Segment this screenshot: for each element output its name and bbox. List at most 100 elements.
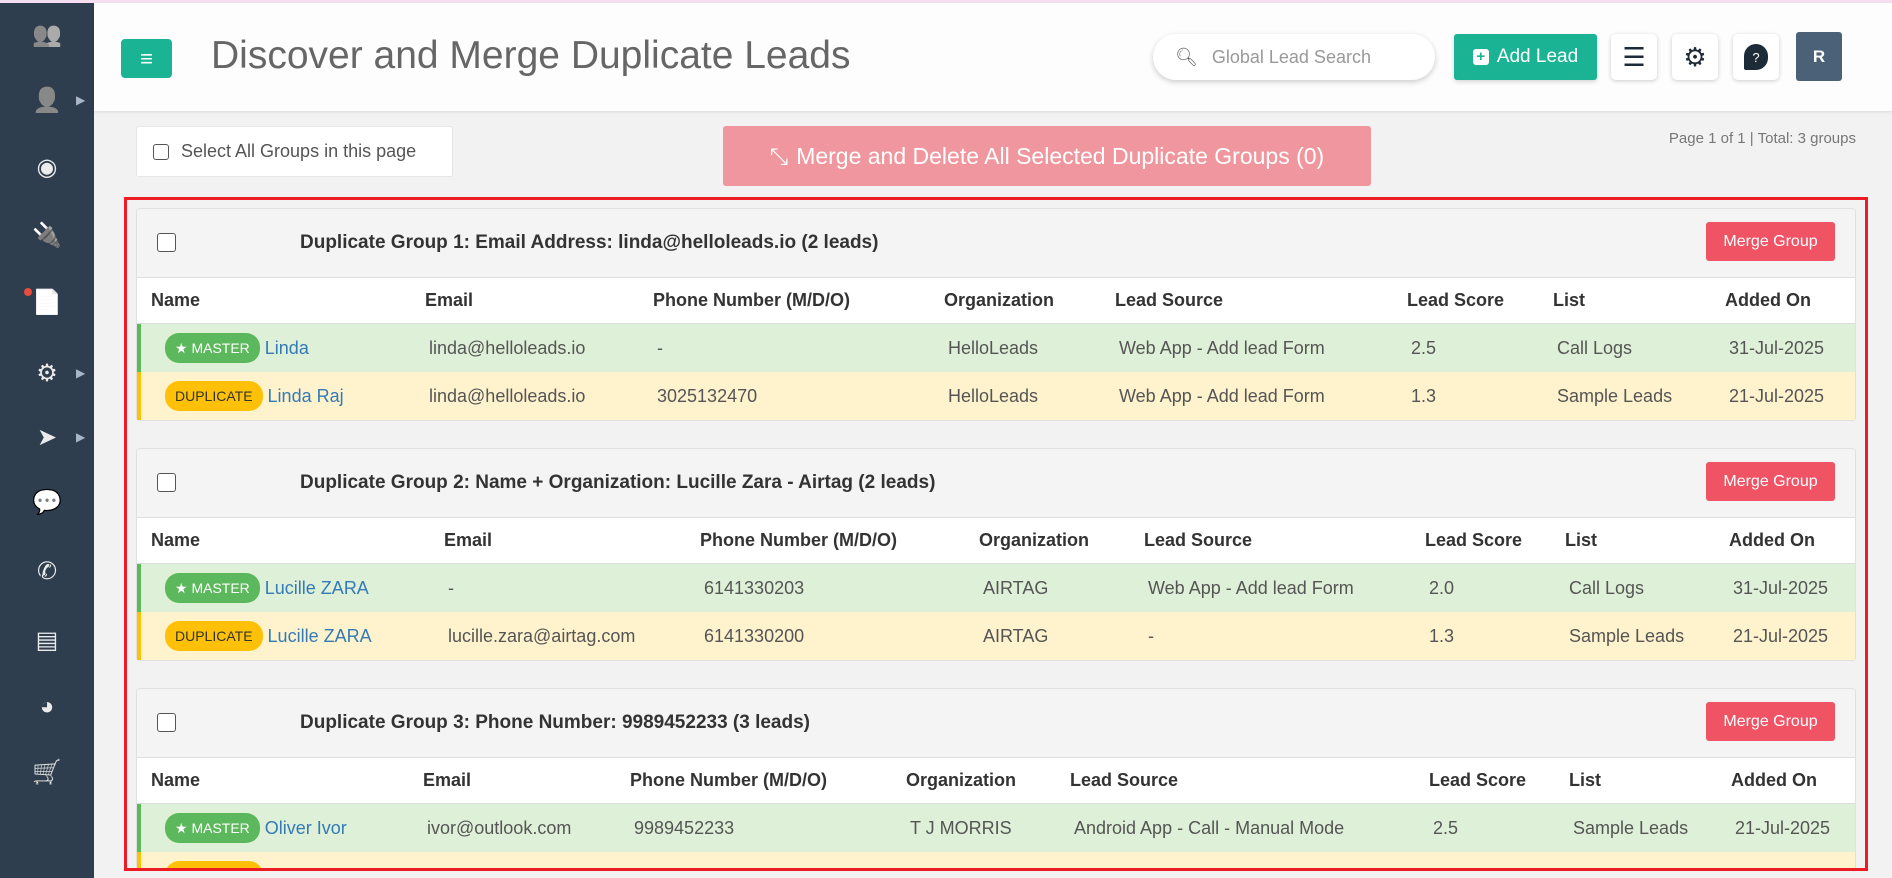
cell-email: lucille.zara@airtag.com bbox=[448, 625, 636, 646]
settings-button[interactable]: ⚙ bbox=[1672, 34, 1718, 80]
cell-org: T J MORRIS bbox=[910, 817, 1012, 838]
pagination-info: Page 1 of 1 | Total: 3 groups bbox=[1668, 130, 1856, 147]
cell-score: 2.5 bbox=[1411, 337, 1437, 358]
column-header: Organization bbox=[944, 290, 1055, 310]
help-icon: ? bbox=[1744, 44, 1768, 70]
sidebar-item-send[interactable]: ➤ ▶ bbox=[0, 417, 94, 457]
list-menu-button[interactable]: ☰ bbox=[1611, 34, 1657, 80]
sidebar-item-add-user[interactable]: 👤 ▶ bbox=[0, 80, 94, 120]
column-header: Added On bbox=[1731, 770, 1817, 790]
gear-icon: ⚙ bbox=[1683, 41, 1707, 72]
cell-added: 31-Jul-2025 bbox=[1729, 337, 1825, 358]
duplicate-group: Duplicate Group 3: Phone Number: 9989452… bbox=[136, 688, 1856, 871]
lead-name-link[interactable]: Oliver Ivor bbox=[268, 866, 350, 872]
user-avatar[interactable]: R bbox=[1796, 32, 1842, 81]
column-header: Email bbox=[425, 290, 474, 310]
cell-source: Web App - Add lead Form bbox=[1074, 866, 1433, 872]
column-header: Lead Score bbox=[1429, 770, 1527, 790]
select-all-groups[interactable]: Select All Groups in this page bbox=[136, 126, 453, 177]
cell-org: HelloLeads bbox=[948, 385, 1039, 406]
caret-right-icon: ▶ bbox=[76, 430, 86, 444]
cell-score: 1.6 bbox=[1433, 866, 1573, 872]
merge-group-button[interactable]: Merge Group bbox=[1706, 462, 1835, 501]
caret-right-icon: ▶ bbox=[76, 366, 86, 380]
sidebar-item-whatsapp[interactable]: ✆ bbox=[0, 551, 94, 591]
lead-name-link[interactable]: Lucille ZARA bbox=[265, 578, 369, 599]
cell-email: - bbox=[448, 577, 454, 598]
table-row: ★ MASTER Oliver Ivor ivor@outlook.com 99894… bbox=[137, 804, 1855, 852]
merge-group-button[interactable]: Merge Group bbox=[1706, 702, 1835, 741]
lead-name-link[interactable]: Lucille ZARA bbox=[268, 626, 372, 647]
table-header: Name Email Phone Number (M/D/O) Organizatio… bbox=[137, 757, 1855, 804]
lead-name-link[interactable]: Linda Raj bbox=[268, 386, 344, 407]
plug-icon: 🔌 bbox=[32, 221, 62, 249]
cell-email: linda@helloleads.io bbox=[429, 337, 586, 358]
cell-org: - bbox=[910, 866, 1074, 872]
cell-phone: 9989452233 bbox=[634, 817, 735, 838]
profile-icon: ◉ bbox=[36, 153, 58, 181]
users-icon: 👥 bbox=[32, 20, 62, 48]
group-title: Duplicate Group 3: Phone Number: 9989452… bbox=[300, 712, 811, 733]
column-header: Email bbox=[444, 530, 493, 550]
help-button[interactable]: ? bbox=[1733, 34, 1779, 80]
merge-group-button[interactable]: Merge Group bbox=[1706, 222, 1835, 261]
duplicate-group: Duplicate Group 2: Name + Organization: … bbox=[136, 448, 1856, 661]
cart-icon: 🛒 bbox=[32, 758, 62, 786]
cell-score: 1.3 bbox=[1429, 625, 1455, 646]
column-header: List bbox=[1565, 530, 1598, 550]
group-checkbox[interactable] bbox=[157, 713, 176, 732]
table-row: DUPLICATE Lucille ZARA lucille.zara@airtag… bbox=[137, 612, 1855, 660]
cell-list: Call Logs bbox=[1557, 337, 1633, 358]
sidebar-item-plug[interactable]: 🔌 bbox=[0, 215, 94, 255]
column-header: Lead Source bbox=[1070, 770, 1179, 790]
list-icon: ☰ bbox=[1622, 41, 1646, 72]
sidebar-item-code-file[interactable]: 📄 bbox=[0, 282, 94, 322]
sidebar-item-chat[interactable]: 💬 bbox=[0, 482, 94, 522]
duplicate-groups-list: Duplicate Group 1: Email Address: linda@… bbox=[136, 208, 1856, 871]
chat-icon: 💬 bbox=[32, 488, 62, 516]
column-header: Name bbox=[151, 530, 201, 550]
lead-name-link[interactable]: Oliver Ivor bbox=[265, 818, 347, 839]
send-icon: ➤ bbox=[36, 423, 58, 451]
group-title: Duplicate Group 2: Name + Organization: … bbox=[300, 472, 936, 493]
add-lead-button[interactable]: + Add Lead bbox=[1454, 34, 1597, 80]
cell-phone: - bbox=[657, 337, 663, 358]
sidebar-item-cart[interactable]: 🛒 bbox=[0, 752, 94, 792]
cell-phone: 3025132470 bbox=[657, 385, 758, 406]
table-row: DUPLICATE Linda Raj linda@helloleads.io 302… bbox=[137, 372, 1855, 420]
group-header: Duplicate Group 1: Email Address: linda@… bbox=[137, 209, 1855, 277]
group-checkbox[interactable] bbox=[157, 233, 176, 252]
sidebar-item-users[interactable]: 👥 bbox=[0, 14, 94, 54]
column-header: Lead Source bbox=[1144, 530, 1253, 550]
caret-right-icon: ▶ bbox=[76, 93, 86, 107]
lead-name-link[interactable]: Linda bbox=[265, 338, 309, 359]
cell-phone: 9989452233 bbox=[634, 866, 910, 872]
sidebar-item-pie-chart[interactable]: ◕ bbox=[0, 687, 94, 727]
sidebar-item-gear[interactable]: ⚙ ▶ bbox=[0, 353, 94, 393]
column-header: Phone Number (M/D/O) bbox=[630, 770, 827, 790]
cell-source: Web App - Add lead Form bbox=[1119, 337, 1325, 358]
cell-added: 21-Jul-2025 bbox=[1729, 385, 1825, 406]
sidebar-item-profile[interactable]: ◉ bbox=[0, 147, 94, 187]
notification-dot bbox=[24, 288, 32, 296]
column-header: Phone Number (M/D/O) bbox=[653, 290, 850, 310]
cell-phone: 6141330203 bbox=[704, 577, 805, 598]
menu-toggle-button[interactable]: ≡ bbox=[121, 39, 172, 78]
global-search-input[interactable]: 🔍︎ Global Lead Search bbox=[1153, 34, 1435, 80]
pie-chart-icon: ◕ bbox=[39, 693, 55, 720]
duplicate-badge: DUPLICATE bbox=[165, 621, 263, 651]
master-badge: ★ MASTER bbox=[165, 813, 260, 843]
column-header: Lead Score bbox=[1407, 290, 1505, 310]
master-badge: ★ MASTER bbox=[165, 333, 260, 363]
cell-list: Sample Leads bbox=[1557, 385, 1673, 406]
table-header: Name Email Phone Number (M/D/O) Organizatio… bbox=[137, 517, 1855, 564]
plus-icon: + bbox=[1472, 49, 1489, 65]
cell-score: 1.3 bbox=[1411, 385, 1437, 406]
duplicate-badge: DUPLICATE bbox=[165, 861, 263, 871]
cell-added: 21-Jul-2025 bbox=[1735, 817, 1831, 838]
group-checkbox[interactable] bbox=[157, 473, 176, 492]
merge-all-selected-button[interactable]: ⤡ Merge and Delete All Selected Duplicate… bbox=[723, 126, 1371, 186]
code-file-icon: 📄 bbox=[32, 288, 62, 316]
sidebar-item-document[interactable]: ▤ bbox=[0, 620, 94, 660]
select-all-checkbox[interactable] bbox=[153, 143, 169, 160]
